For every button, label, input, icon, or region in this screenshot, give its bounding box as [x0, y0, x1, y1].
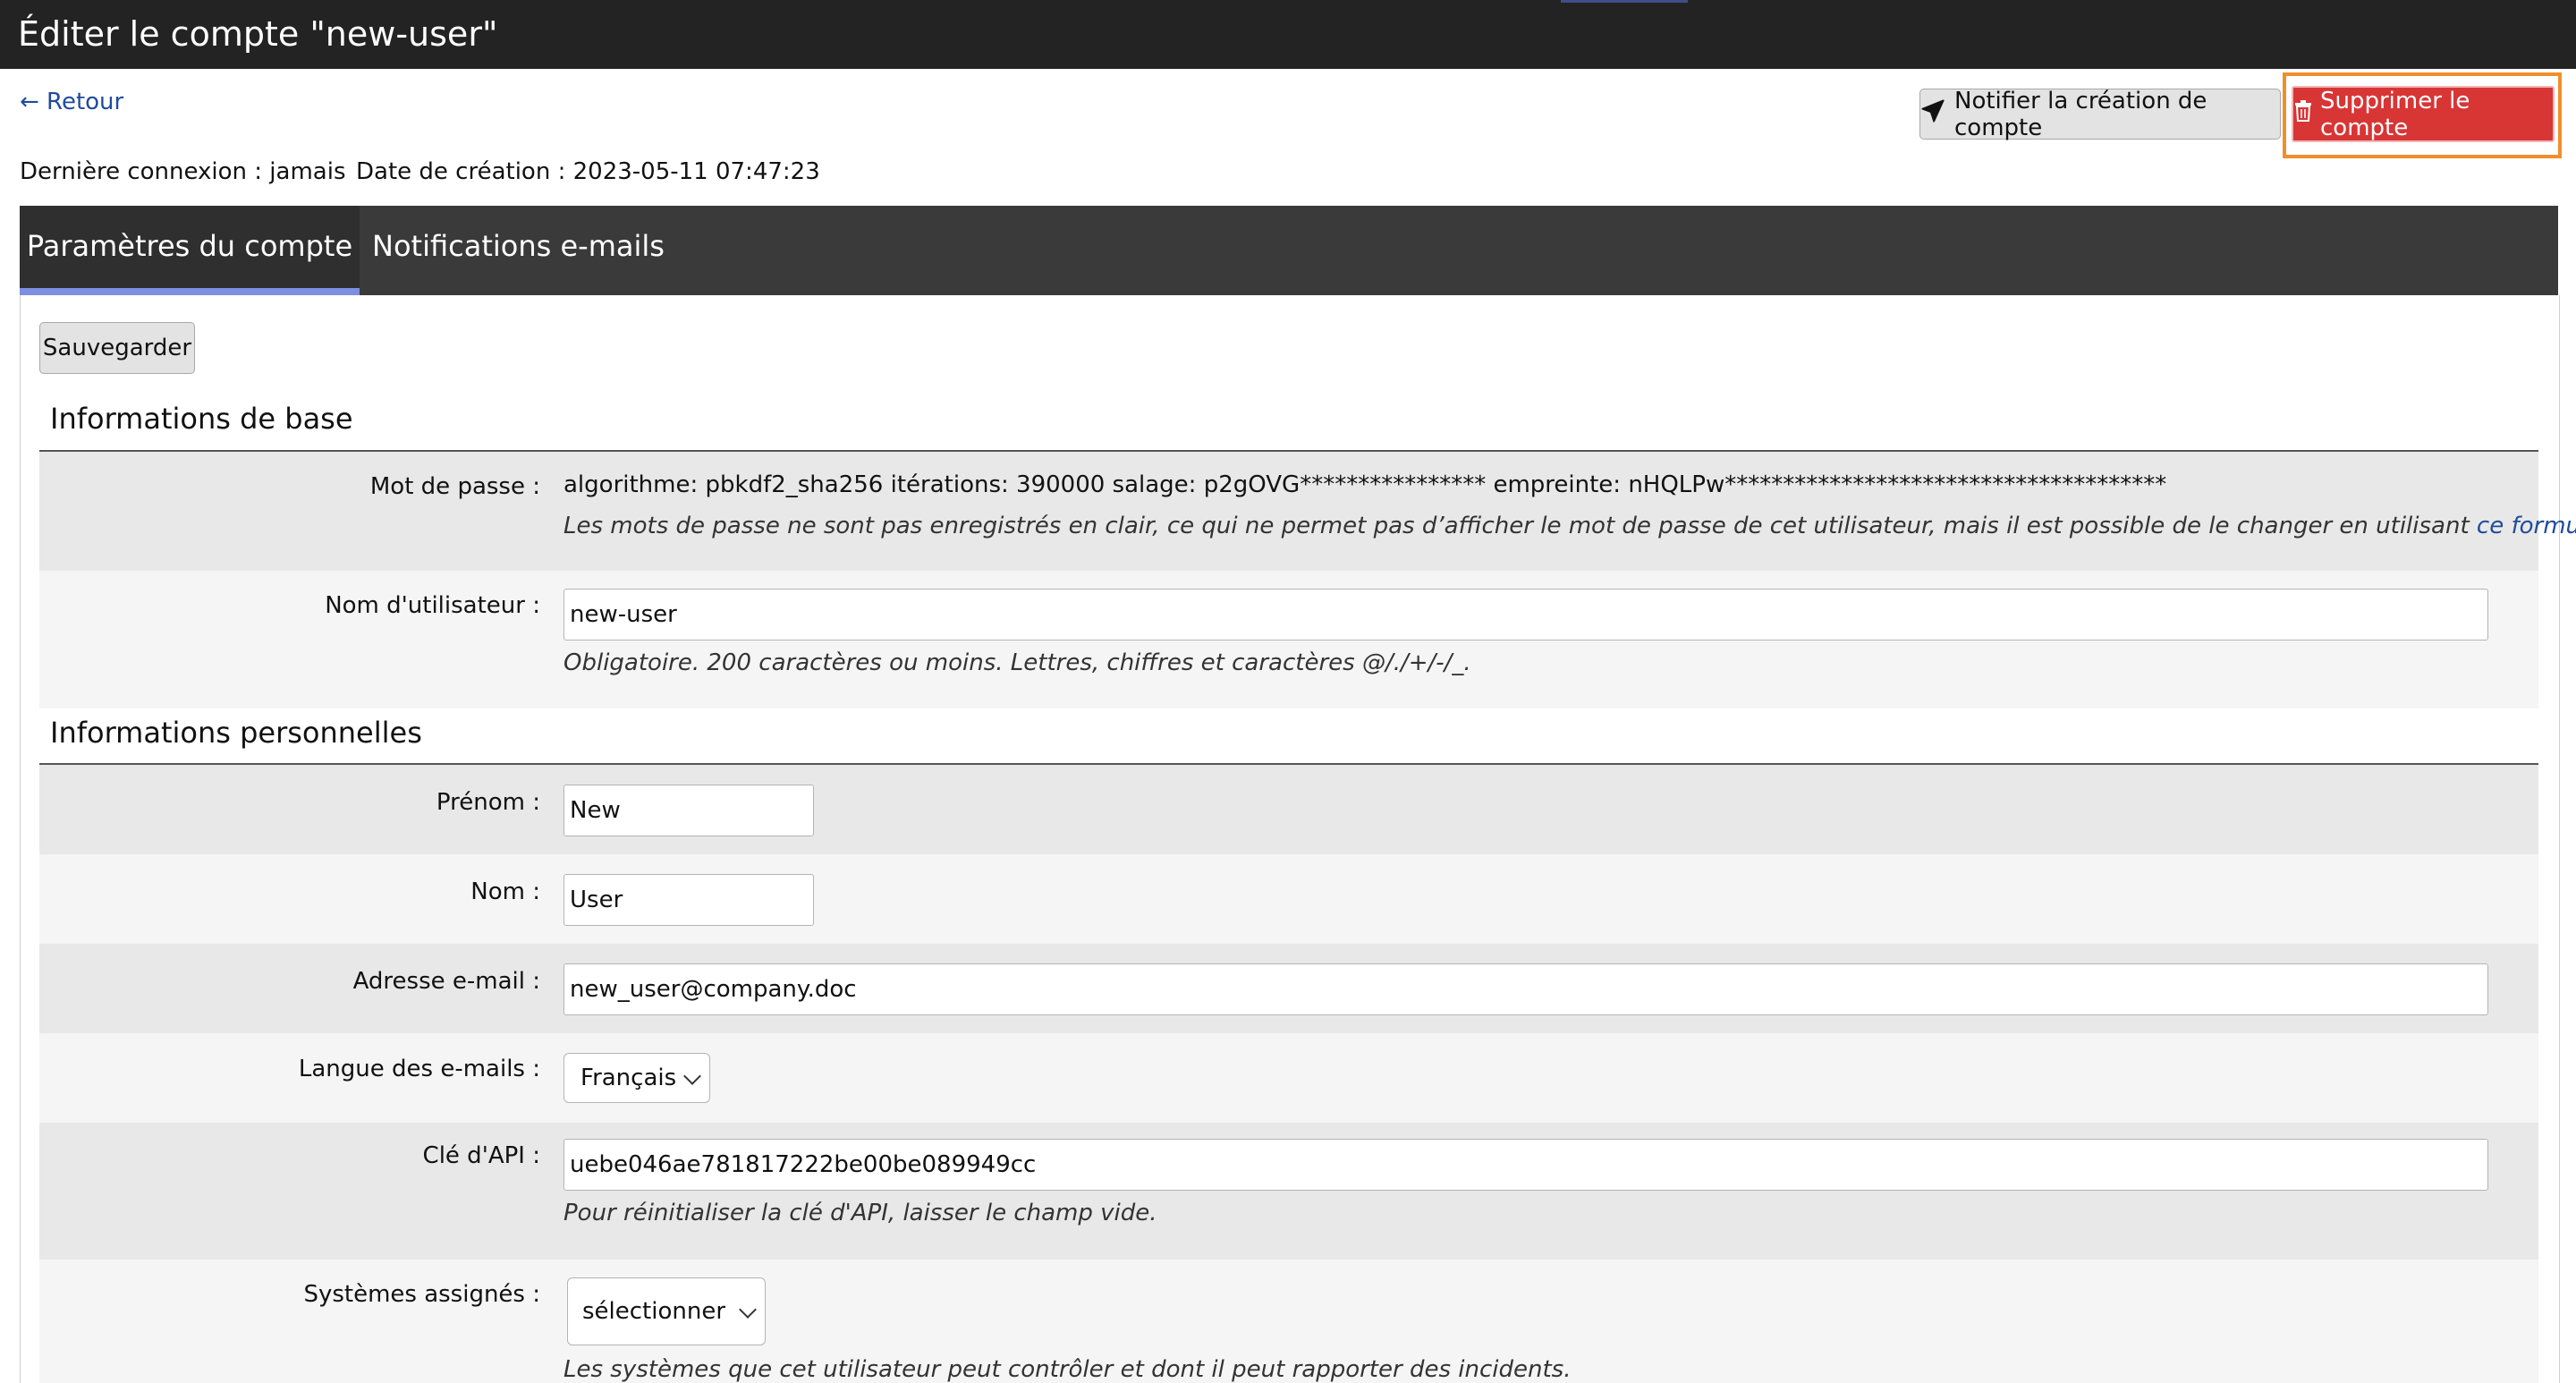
api-key-input[interactable]: uebe046ae781817222be00be089949cc: [564, 1139, 2488, 1191]
api-key-label: Clé d'API :: [422, 1142, 540, 1169]
paper-plane-icon: [1920, 98, 1945, 130]
creation-date-text: Date de création : 2023-05-11 07:47:23: [356, 158, 820, 185]
notify-account-creation-button[interactable]: Notifier la création de compte: [1919, 87, 2281, 141]
assigned-systems-help: Les systèmes que cet utilisateur peut co…: [564, 1356, 1572, 1383]
password-help-text: Les mots de passe ne sont pas enregistré…: [564, 513, 2477, 539]
username-label: Nom d'utilisateur :: [325, 592, 540, 619]
password-help: Les mots de passe ne sont pas enregistré…: [564, 513, 2576, 539]
email-input[interactable]: new_user@company.doc: [564, 963, 2488, 1015]
last-name-label: Nom :: [470, 878, 540, 905]
email-language-select[interactable]: Français: [564, 1053, 710, 1103]
tab-account-settings[interactable]: Paramètres du compte: [20, 206, 360, 295]
delete-account-button[interactable]: Supprimer le compte: [2292, 86, 2555, 142]
first-name-row: Prénom : New: [39, 765, 2538, 854]
assigned-systems-row: Systèmes assignés : sélectionner Les sys…: [39, 1260, 2538, 1383]
username-row: Nom d'utilisateur : new-user Obligatoire…: [39, 571, 2538, 708]
last-name-row: Nom : User: [39, 854, 2538, 944]
trash-icon: [2293, 100, 2313, 128]
email-language-value: Français: [580, 1065, 677, 1091]
password-hash-value: algorithme: pbkdf2_sha256 itérations: 39…: [564, 471, 2167, 498]
first-name-label: Prénom :: [436, 789, 540, 816]
back-link[interactable]: ← Retour: [20, 89, 123, 115]
section-title-basic: Informations de base: [50, 402, 353, 436]
chevron-down-icon: [739, 1301, 757, 1319]
tab-bar: Paramètres du compte Notifications e-mai…: [20, 206, 2558, 295]
last-name-input[interactable]: User: [564, 874, 814, 926]
title-bar: Éditer le compte "new-user": [0, 0, 2576, 69]
assigned-systems-value: sélectionner: [582, 1298, 726, 1325]
email-label: Adresse e-mail :: [352, 968, 540, 995]
notify-button-label: Notifier la création de compte: [1954, 87, 2207, 141]
username-help: Obligatoire. 200 caractères ou moins. Le…: [564, 649, 1471, 676]
email-language-row: Langue des e-mails : Français: [39, 1033, 2538, 1123]
username-input[interactable]: new-user: [564, 589, 2488, 641]
password-label: Mot de passe :: [369, 473, 540, 500]
assigned-systems-label: Systèmes assignés :: [303, 1281, 540, 1308]
change-password-link[interactable]: ce formulaire: [2477, 513, 2576, 539]
api-key-row: Clé d'API : uebe046ae781817222be00be0899…: [39, 1123, 2538, 1260]
email-language-label: Langue des e-mails :: [298, 1056, 540, 1082]
delete-button-label: Supprimer le compte: [2320, 87, 2470, 141]
last-login-text: Dernière connexion : jamais: [20, 158, 346, 185]
assigned-systems-select[interactable]: sélectionner: [567, 1277, 766, 1345]
api-key-help: Pour réinitialiser la clé d'API, laisser…: [564, 1200, 1157, 1226]
page-title: Éditer le compte "new-user": [18, 14, 498, 54]
section-title-personal: Informations personnelles: [50, 716, 422, 750]
chevron-down-icon: [683, 1067, 701, 1085]
first-name-input[interactable]: New: [564, 785, 814, 836]
password-row: Mot de passe : algorithme: pbkdf2_sha256…: [39, 452, 2576, 571]
email-row: Adresse e-mail : new_user@company.doc: [39, 944, 2538, 1033]
tab-email-notifications[interactable]: Notifications e-mails: [372, 206, 694, 295]
save-button[interactable]: Sauvegarder: [39, 322, 195, 374]
title-bar-accent: [1561, 0, 1688, 3]
